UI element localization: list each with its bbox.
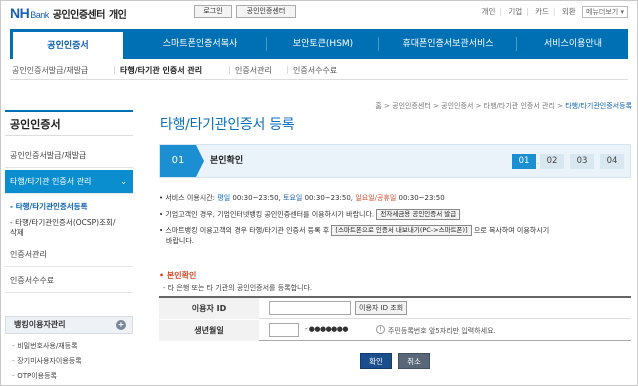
smartbanking-notice-line2: 바랍니다. <box>166 237 194 245</box>
dob-label: 생년월일 <box>159 320 259 341</box>
lnb-item-cert-manage[interactable]: 인증서관리 <box>5 243 133 267</box>
section-desc: - 타 은행 또는 타 기관의 공인인증서를 등록합니다. <box>163 284 313 292</box>
breadcrumb: 홈 > 공인인증센터 > 공인인증서 > 타행/타기관 인증서 관리 > 타행/… <box>375 102 632 110</box>
link-fx[interactable]: 외환 <box>562 7 576 16</box>
lnb-sub-register[interactable]: - 타행/타기관인증서등록 <box>10 201 87 212</box>
breadcrumb-certificate[interactable]: 공인인증서 <box>441 102 473 110</box>
lnb-item-other-bank[interactable]: 타행/타기관 인증서 관리 ⌄ <box>5 170 133 194</box>
banking-user-manage[interactable]: 뱅킹이용자관리 + <box>5 316 133 334</box>
chevron-down-icon: ⌄ <box>120 177 127 186</box>
login-button[interactable]: 로그인 <box>194 5 232 18</box>
plus-icon[interactable]: + <box>116 320 126 330</box>
subnav-other-bank[interactable]: 타행/타기관 인증서 관리 <box>120 65 202 76</box>
breadcrumb-current: 타행/타기관인증서등록 <box>565 102 632 110</box>
lnb-item-issue[interactable]: 공인인증서발급/재발급 <box>5 144 133 168</box>
step-pill-4: 04 <box>600 154 624 169</box>
link-corporate[interactable]: 기업 <box>508 7 522 16</box>
cert-center-button[interactable]: 공인인증센터 <box>236 5 296 18</box>
bu-item-password[interactable]: 비밀번호사용/재등록 <box>12 341 77 351</box>
gnb-divider <box>266 37 267 51</box>
service-name: 공인인증센터 <box>52 10 106 21</box>
breadcrumb-home[interactable]: 홈 <box>375 102 381 110</box>
gnb-divider <box>378 37 379 51</box>
bu-item-dormant[interactable]: 장기미사용자이용등록 <box>12 356 81 366</box>
top-links: 개인 | 기업 | 카드 | 외환 메뉴더보기 ▾ <box>478 6 628 18</box>
info-icon: ! <box>376 325 385 334</box>
top-header: NHBank 공인인증센터 개인 로그인 공인인증센터 개인 | 기업 | 카드 | 외환… <box>0 0 638 24</box>
breadcrumb-other-bank[interactable]: 타행/타기관 인증서 관리 <box>484 102 555 110</box>
dob-input[interactable] <box>269 323 299 337</box>
step-current-label: 본인확인 <box>210 156 244 166</box>
user-id-lookup-button[interactable]: 이용자 ID 조회 <box>355 301 408 315</box>
lnb-sub-delete[interactable]: 삭제 <box>10 227 24 238</box>
confirm-button[interactable]: 확인 <box>360 353 392 369</box>
nh-bank-logo[interactable]: NHBank 공인인증센터 개인 <box>10 5 127 21</box>
subnav-cert-manage[interactable]: 인증서관리 <box>235 65 272 76</box>
step-current-number: 01 <box>160 145 196 177</box>
subnav-issue[interactable]: 공인인증서발급/재발급 <box>12 65 88 76</box>
link-personal[interactable]: 개인 <box>482 7 496 16</box>
form-row-user-id: 이용자 ID 이용자 ID 조회 <box>159 298 631 319</box>
step-pill-1: 01 <box>512 154 536 169</box>
tab-smartphone-copy[interactable]: 스마트폰인증서복사 <box>134 29 266 59</box>
lnb-sub-ocsp[interactable]: - 타행/타기관인증서(OCSP)조회/ <box>10 217 115 228</box>
tab-service-guide[interactable]: 서비스이용안내 <box>518 29 628 59</box>
user-id-input[interactable] <box>269 301 351 315</box>
tax-cert-issue-button[interactable]: 전자세금용 공인인증서 발급 <box>376 209 461 220</box>
step-indicator: 01 본인확인 01 ······ 02 03 04 <box>159 144 631 178</box>
bu-item-otp[interactable]: OTP이용등록 <box>12 371 57 381</box>
tab-hsm[interactable]: 보안토큰(HSM) <box>268 29 378 59</box>
export-to-smartphone-button[interactable]: [스마트폰으로 인증서 내보내기(PC->스마트폰)] <box>331 225 472 236</box>
step-pill-2: 02 <box>540 154 564 169</box>
user-id-label: 이용자 ID <box>159 298 259 319</box>
page-title: 타행/타기관인증서 등록 <box>160 117 295 133</box>
link-card[interactable]: 카드 <box>535 7 549 16</box>
lnb-item-cert-fee[interactable]: 인증서수수료 <box>5 269 133 293</box>
lnb-title: 공인인증서 <box>5 110 133 136</box>
dob-note: 주민등록번호 앞5자리만 입력하세요. <box>388 327 496 335</box>
smartbanking-notice: • 스마트뱅킹 이용고객의 경우 타행/타기관 인증서 등록 후 [스마트폰으로… <box>159 225 550 236</box>
cancel-button[interactable]: 취소 <box>398 353 430 369</box>
tab-mobile-storage[interactable]: 휴대폰인증서보관서비스 <box>380 29 516 59</box>
gnb-divider <box>516 37 517 51</box>
breadcrumb-cert-center[interactable]: 공인인증센터 <box>392 102 431 110</box>
dob-mask: - ●●●●●●● <box>305 325 349 333</box>
step-arrow-icon <box>196 145 204 177</box>
customer-type: 개인 <box>108 10 127 21</box>
menu-more-select[interactable]: 메뉴더보기 ▾ <box>582 6 628 18</box>
global-nav: 공인인증서 스마트폰인증서복사 보안토큰(HSM) 휴대폰인증서보관서비스 서비… <box>10 29 628 59</box>
identity-form: 이용자 ID 이용자 ID 조회 생년월일 - ●●●●●●● ! 주민등록번호… <box>159 296 631 341</box>
corporate-notice: • 기업고객인 경우, 기업인터넷뱅킹 공인인증센터를 이용하시기 바랍니다. … <box>159 209 461 220</box>
service-hours: • 서비스 이용시간: 평일 00:30~23:50, 토요일 00:30~23… <box>159 194 445 202</box>
section-title: • 본인확인 <box>159 271 197 280</box>
tab-certificate[interactable]: 공인인증서 <box>12 31 124 59</box>
sub-nav: 공인인증서발급/재발급 | 타행/타기관 인증서 관리 | 인증서관리 | 인증… <box>10 62 628 80</box>
subnav-cert-fee[interactable]: 인증서수수료 <box>293 65 337 76</box>
step-pill-3: 03 <box>570 154 594 169</box>
form-row-dob: 생년월일 - ●●●●●●● ! 주민등록번호 앞5자리만 입력하세요. <box>159 320 631 341</box>
